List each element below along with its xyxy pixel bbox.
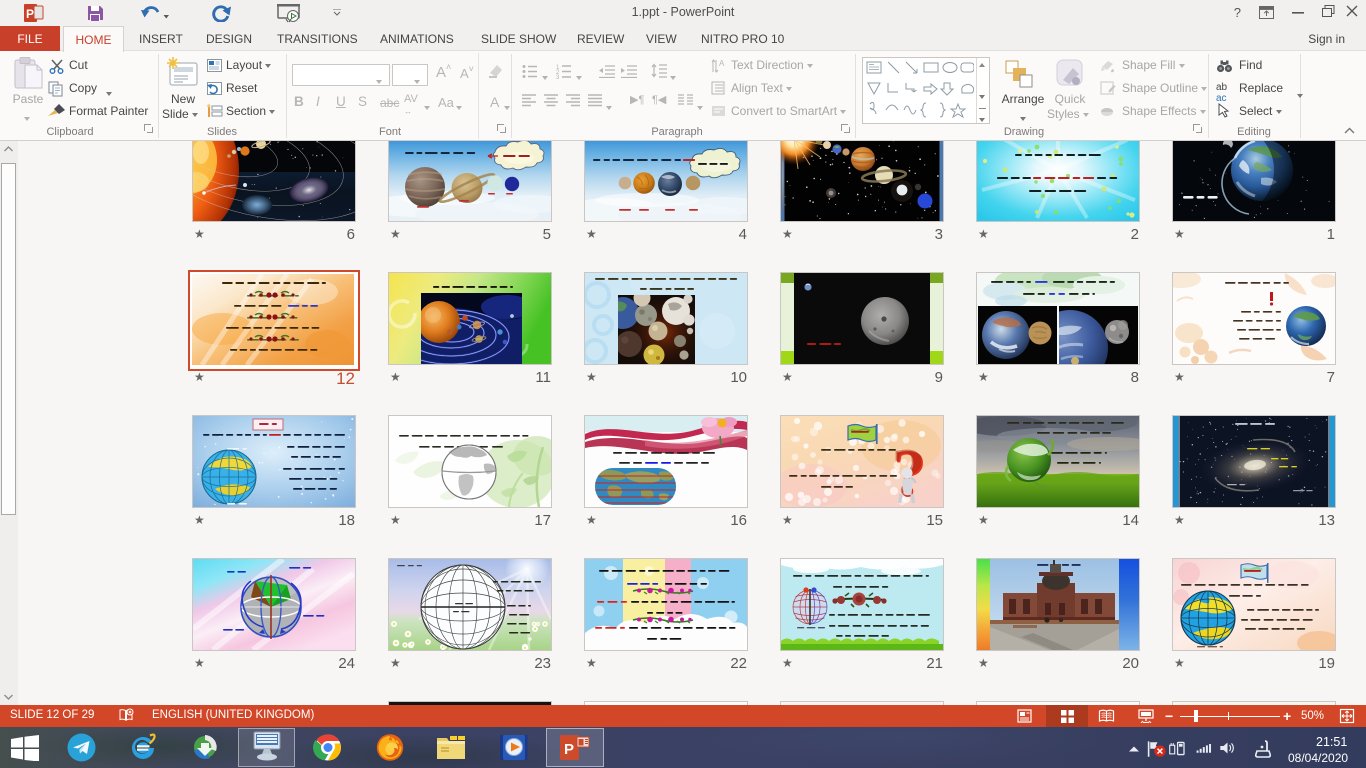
- svg-text:3: 3: [556, 75, 560, 79]
- svg-text:A: A: [719, 59, 725, 68]
- svg-text:P: P: [564, 741, 574, 758]
